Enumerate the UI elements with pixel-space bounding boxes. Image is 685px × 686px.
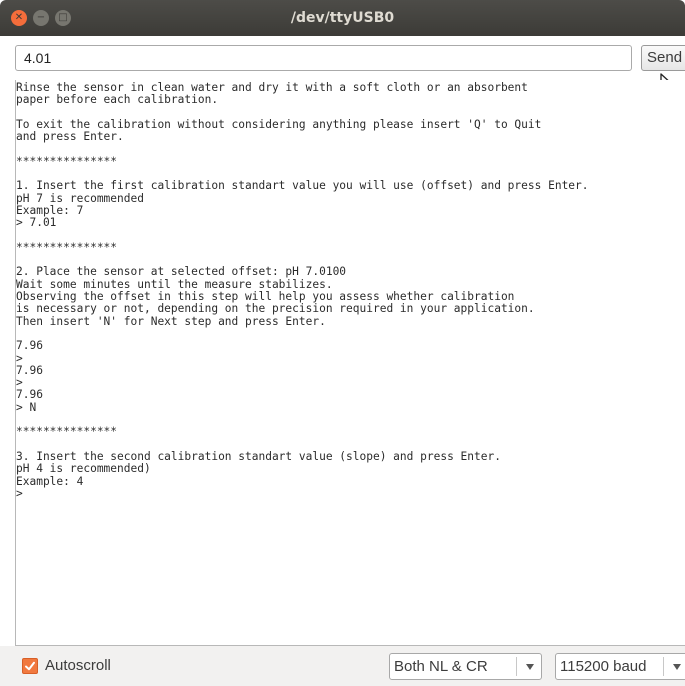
serial-output-text: Rinse the sensor in clean water and dry … <box>16 81 589 500</box>
line-ending-select[interactable]: Both NL & CR <box>389 653 542 680</box>
line-ending-value: Both NL & CR <box>394 658 488 675</box>
autoscroll-label: Autoscroll <box>45 657 111 674</box>
status-bar: Autoscroll Both NL & CR 115200 baud <box>0 646 685 686</box>
window-title: /dev/ttyUSB0 <box>290 10 395 26</box>
serial-output[interactable]: Rinse the sensor in clean water and dry … <box>15 80 685 646</box>
chevron-down-icon <box>526 664 534 670</box>
serial-input[interactable] <box>15 45 632 71</box>
chevron-down-icon <box>673 664 681 670</box>
send-toolbar: Send <box>0 36 685 80</box>
autoscroll-checkbox[interactable] <box>22 658 38 674</box>
select-divider <box>516 657 517 676</box>
title-bar: ✕ − □ /dev/ttyUSB0 <box>0 0 685 36</box>
baud-rate-value: 115200 baud <box>560 658 647 675</box>
check-icon <box>25 661 35 671</box>
send-button[interactable]: Send <box>641 45 685 71</box>
baud-rate-select[interactable]: 115200 baud <box>555 653 685 680</box>
select-divider <box>663 657 664 676</box>
